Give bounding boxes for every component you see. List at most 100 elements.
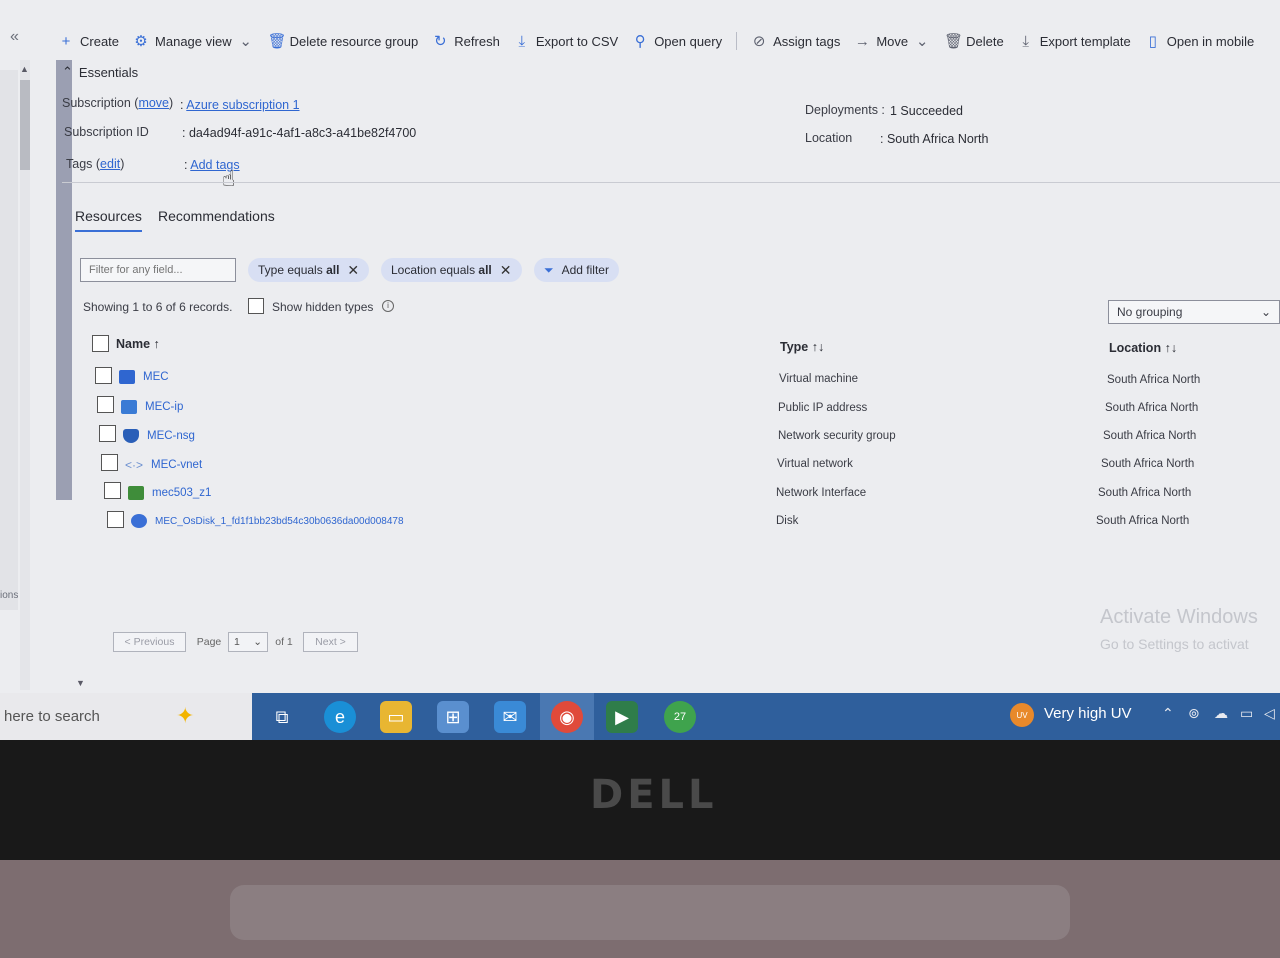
table-row-name[interactable]: mec503_z1 [128, 486, 211, 500]
row-checkbox[interactable] [101, 454, 118, 471]
table-row-name[interactable]: MEC-nsg [123, 429, 195, 443]
move-button[interactable]: → Move ⌄ [854, 32, 930, 51]
assign-tags-label: Assign tags [773, 33, 841, 49]
type-column-header[interactable]: Type ↑↓ [780, 340, 824, 354]
subscription-value: : Azure subscription 1 [180, 98, 300, 112]
file-explorer-icon[interactable]: ▭ [380, 701, 412, 733]
left-pane [0, 70, 18, 610]
tab-resources[interactable]: Resources [75, 208, 142, 232]
row-checkbox[interactable] [95, 367, 112, 384]
close-icon[interactable]: ✕ [500, 262, 512, 279]
previous-page-button[interactable]: < Previous [113, 632, 186, 652]
show-hidden-types-checkbox[interactable] [248, 298, 264, 314]
whatsapp-icon[interactable]: 27 [664, 701, 696, 733]
type-filter-text: Type equals all [258, 263, 340, 277]
name-column-header[interactable]: Name ↑ [116, 337, 160, 351]
essentials-toggle[interactable]: ⌃ Essentials [62, 64, 138, 80]
grouping-dropdown[interactable]: No grouping ⌄ [1108, 300, 1280, 324]
close-icon[interactable]: ✕ [347, 262, 359, 279]
refresh-icon: ↻ [433, 33, 447, 50]
screen: « ▲ ▼ ions + Create ⚙ Manage view ⌄ 🗑 De… [0, 0, 1280, 740]
task-view-icon[interactable]: ⧉ [266, 701, 298, 733]
filter-input[interactable] [80, 258, 236, 282]
meet-icon[interactable]: ▶ [606, 701, 638, 733]
row-checkbox[interactable] [104, 482, 121, 499]
chevron-down-icon: ⌄ [915, 33, 929, 50]
table-row-type: Virtual machine [779, 373, 859, 385]
row-checkbox[interactable] [97, 396, 114, 413]
row-checkbox[interactable] [99, 425, 116, 442]
page-select[interactable]: 1 ⌄ [228, 632, 268, 652]
weather-text[interactable]: Very high UV [1044, 705, 1132, 722]
manage-view-label: Manage view [155, 33, 232, 49]
subscription-id-value: : da4ad94f-a91c-4af1-a8c3-a41be82f4700 [182, 126, 417, 140]
battery-icon[interactable]: ▭ [1240, 705, 1253, 722]
export-template-label: Export template [1039, 33, 1131, 49]
chevron-down-icon: ⌄ [253, 636, 262, 648]
chrome-icon[interactable]: ◉ [551, 701, 583, 733]
location-filter-pill[interactable]: Location equals all ✕ [381, 258, 522, 282]
subscription-link[interactable]: Azure subscription 1 [186, 98, 299, 112]
collapse-sidebar-button[interactable]: « [10, 28, 19, 46]
assign-tags-button[interactable]: ⊘ Assign tags [751, 32, 841, 50]
manage-view-button[interactable]: ⚙ Manage view ⌄ [133, 32, 254, 50]
table-row-location: South Africa North [1096, 515, 1190, 527]
plus-icon: + [61, 32, 71, 50]
create-button[interactable]: + Create [58, 33, 119, 50]
mail-icon[interactable]: ✉ [494, 701, 526, 733]
next-page-button[interactable]: Next > [303, 632, 358, 652]
show-hidden-types-label: Show hidden types [272, 300, 374, 314]
refresh-button[interactable]: ↻ Refresh [432, 32, 500, 50]
type-filter-pill[interactable]: Type equals all ✕ [248, 258, 370, 282]
chevron-up-icon[interactable]: ⌃ [1162, 705, 1174, 722]
subscription-label: Subscription (move) [62, 96, 174, 110]
table-row-name[interactable]: MEC-ip [121, 400, 183, 414]
delete-button[interactable]: 🗑 Delete [944, 32, 1004, 50]
scroll-down-arrow-icon[interactable]: ▼ [76, 678, 85, 688]
tab-recommendations[interactable]: Recommendations [158, 208, 275, 224]
command-bar: + Create ⚙ Manage view ⌄ 🗑 Delete resour… [58, 28, 1280, 54]
cloud-icon[interactable]: ☁ [1214, 705, 1228, 722]
add-filter-label: Add filter [561, 263, 609, 277]
location-value: : South Africa North [880, 132, 989, 146]
select-all-checkbox[interactable] [92, 335, 109, 352]
scrollbar-thumb[interactable] [20, 80, 30, 170]
subscription-move-link[interactable]: move [138, 96, 169, 110]
camera-icon[interactable]: ⊚ [1188, 705, 1200, 722]
taskbar-search[interactable]: here to search [0, 693, 252, 740]
shield-icon [123, 429, 139, 443]
table-row-name[interactable]: MEC_OsDisk_1_fd1f1bb23bd54c30b0636da00d0… [131, 514, 404, 528]
tags-edit-link[interactable]: edit [100, 157, 120, 171]
export-csv-button[interactable]: ⤓ Export to CSV [514, 33, 618, 50]
tags-label: Tags (edit) [66, 157, 125, 171]
records-count: Showing 1 to 6 of 6 records. [83, 300, 233, 314]
edge-icon[interactable]: e [324, 701, 356, 733]
info-icon[interactable]: i [382, 300, 394, 312]
open-query-button[interactable]: ⚲ Open query [632, 32, 722, 50]
speaker-icon[interactable]: ◁ [1264, 705, 1275, 722]
store-icon[interactable]: ⊞ [437, 701, 469, 733]
table-row-location: South Africa North [1098, 487, 1192, 499]
weather-icon[interactable]: UV [1010, 703, 1034, 727]
open-in-mobile-button[interactable]: ▯ Open in mobile [1145, 32, 1255, 50]
export-template-button[interactable]: ⤓ Export template [1018, 33, 1131, 50]
table-row-location: South Africa North [1103, 430, 1197, 442]
essentials-title: Essentials [78, 64, 139, 80]
location-column-header[interactable]: Location ↑↓ [1109, 341, 1177, 355]
public-ip-icon [121, 400, 137, 414]
add-filter-button[interactable]: ⏷ Add filter [534, 258, 619, 282]
delete-resource-group-button[interactable]: 🗑 Delete resource group [268, 32, 419, 50]
table-row-type: Virtual network [777, 458, 853, 470]
whatsapp-badge: 27 [673, 711, 687, 723]
scroll-up-arrow-icon[interactable]: ▲ [20, 64, 29, 74]
download-icon: ⤓ [518, 32, 526, 50]
left-pane-label: ions [0, 590, 19, 601]
table-row-name[interactable]: MEC [119, 370, 169, 384]
deployments-link[interactable]: 1 Succeeded [890, 104, 963, 118]
open-query-label: Open query [654, 33, 723, 49]
sort-icon: ↑↓ [811, 340, 825, 354]
row-checkbox[interactable] [107, 511, 124, 528]
nic-icon [128, 486, 144, 500]
subscription-id-label: Subscription ID [64, 125, 149, 139]
table-row-name[interactable]: <·> MEC-vnet [125, 458, 202, 472]
